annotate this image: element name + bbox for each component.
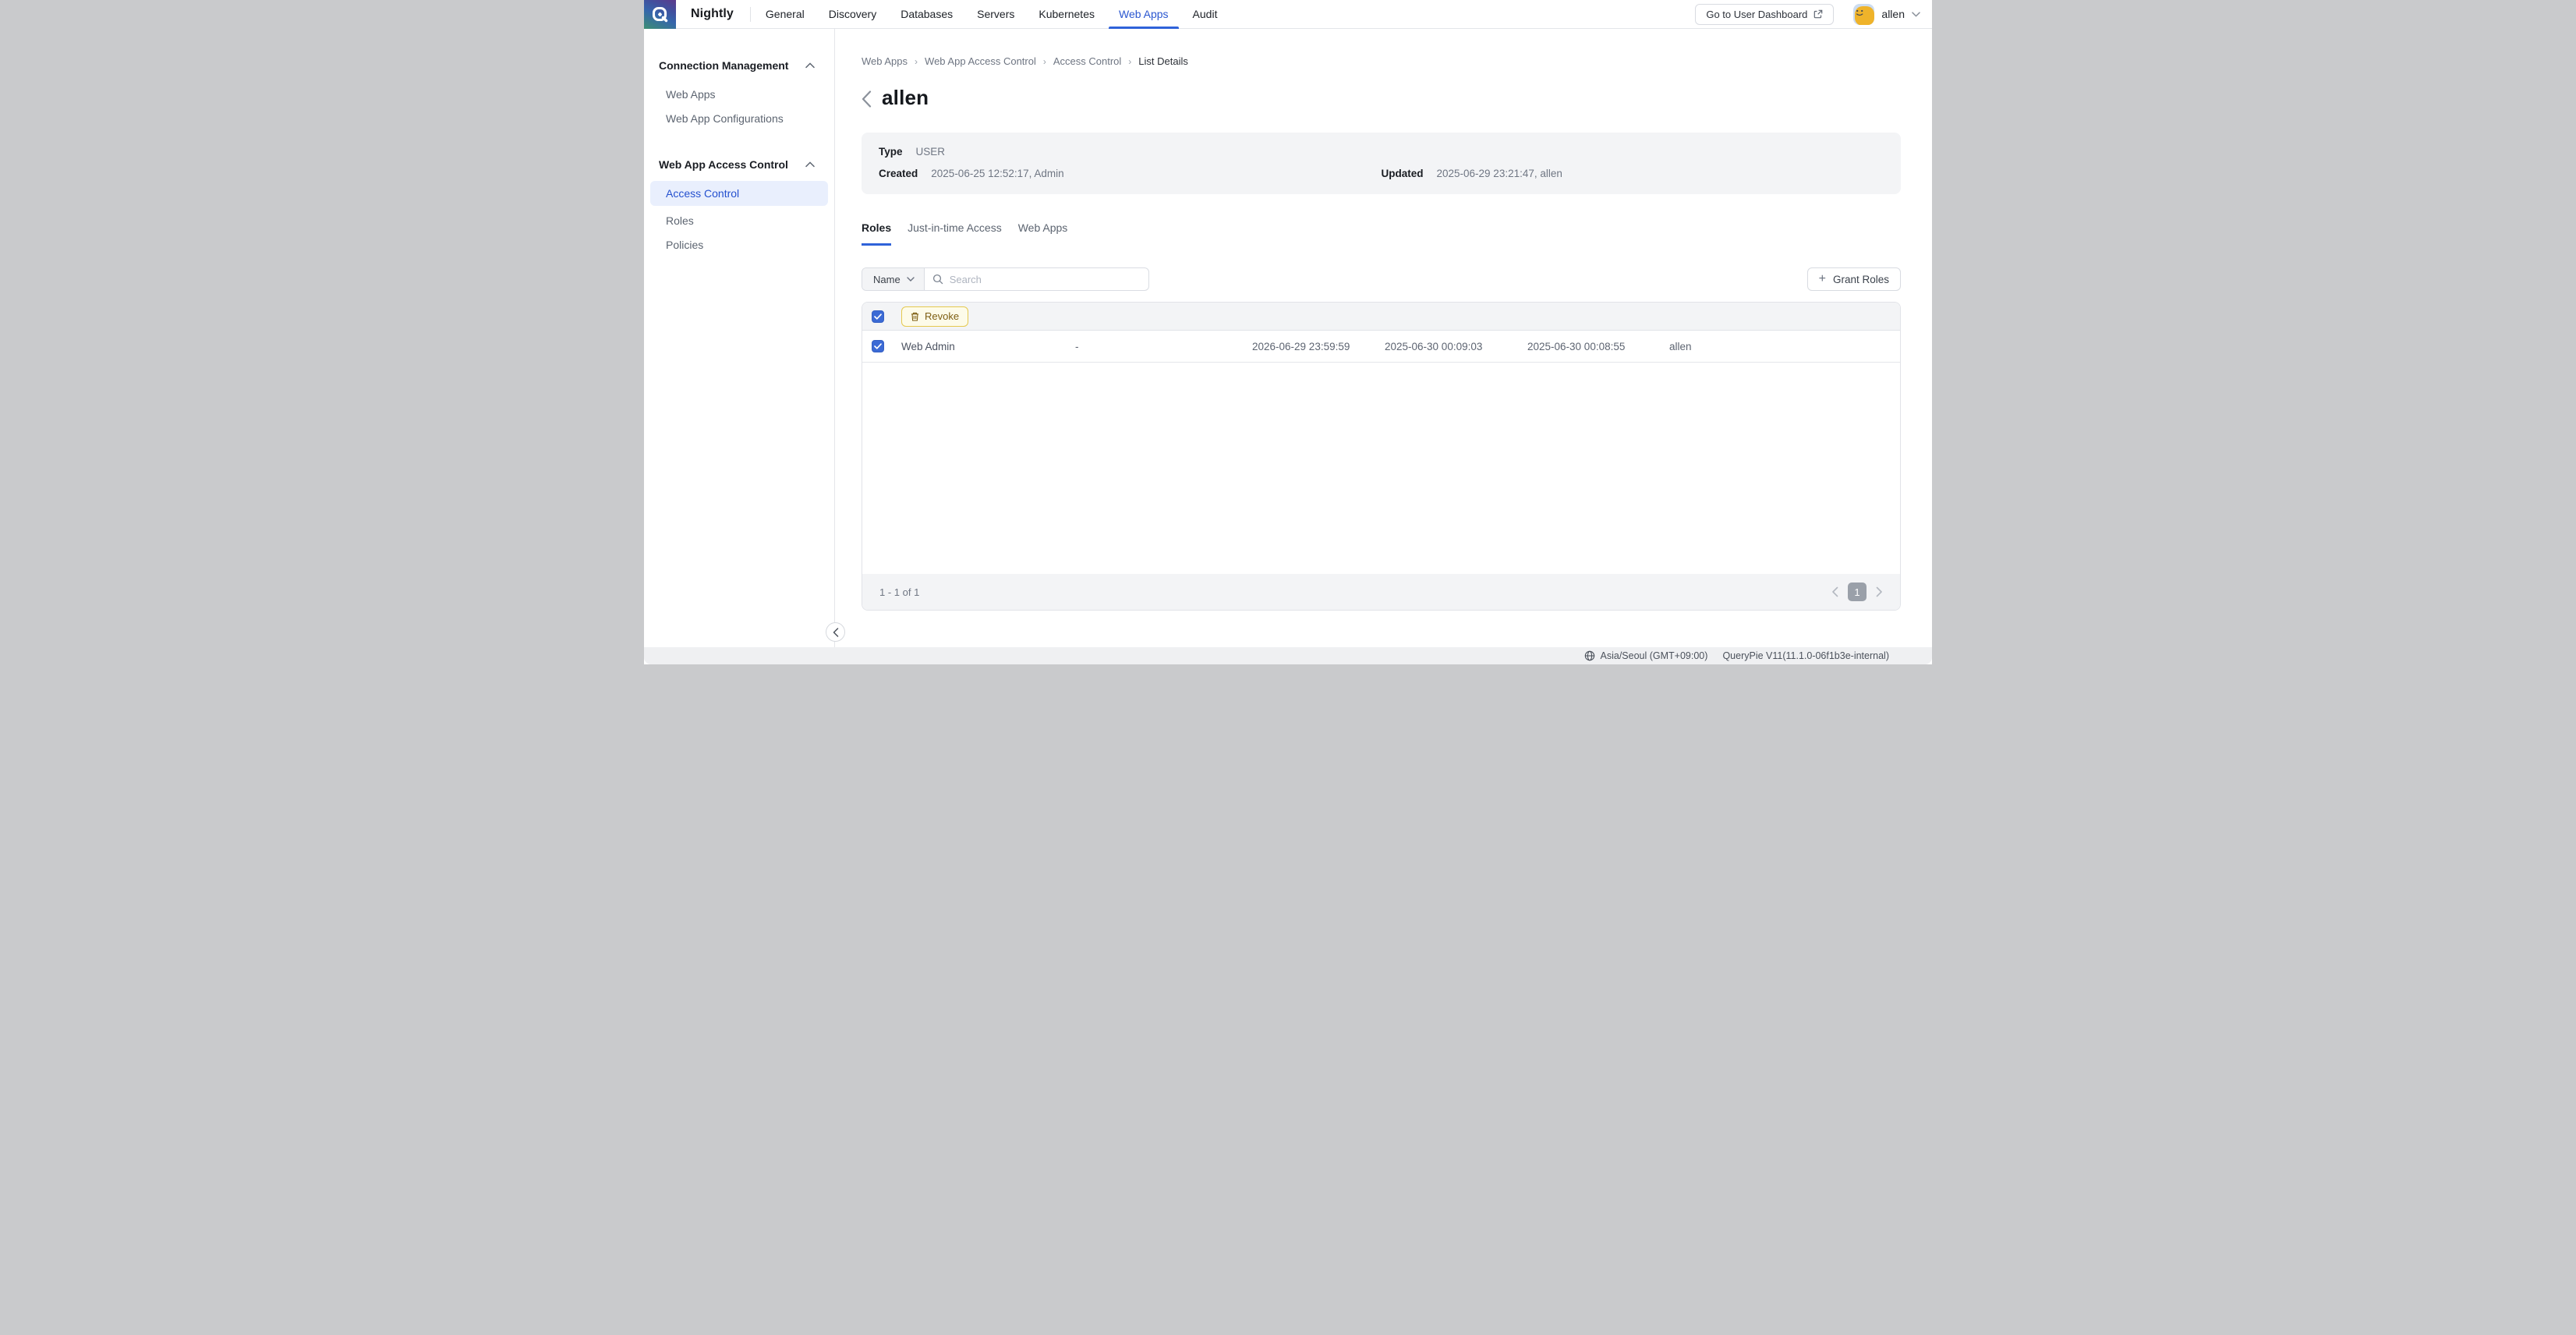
version-text: QueryPie V11(11.1.0-06f1b3e-internal) [1722, 650, 1889, 661]
pagination-range: 1 - 1 of 1 [879, 586, 920, 598]
sidebar-item-roles[interactable]: Roles [644, 208, 834, 232]
cell-3: 2026-06-29 23:59:59 [1252, 340, 1350, 352]
next-page-icon[interactable] [1876, 586, 1883, 597]
updated-label: Updated [1381, 168, 1424, 179]
nav-item-web-apps[interactable]: Web Apps [1109, 0, 1179, 29]
user-name[interactable]: allen [1881, 8, 1905, 20]
cell-4: 2025-06-30 00:09:03 [1385, 340, 1483, 352]
nav-item-servers[interactable]: Servers [977, 0, 1014, 28]
updated-value: 2025-06-29 23:21:47, allen [1436, 168, 1562, 179]
trash-icon [911, 312, 918, 321]
user-avatar[interactable] [1853, 3, 1875, 25]
search-icon [932, 274, 943, 285]
breadcrumb-separator: › [915, 55, 918, 67]
chevron-down-icon[interactable] [1912, 11, 1920, 17]
chevron-left-icon [833, 627, 838, 637]
sidebar-section-title: Web App Access Control [659, 158, 788, 171]
cell-2: - [1075, 340, 1079, 352]
search-field-dropdown[interactable]: Name [862, 268, 925, 290]
sidebar-section-web-app-access-control: Web App Access Control Access Control Ro… [644, 155, 834, 257]
sidebar-section-title: Connection Management [659, 59, 789, 72]
querypie-logo-icon[interactable] [644, 0, 676, 29]
search-combo: Name [862, 267, 1149, 291]
type-label: Type [879, 146, 903, 158]
breadcrumb-web-apps[interactable]: Web Apps [862, 55, 908, 67]
table-empty-area [862, 363, 1900, 574]
nav-divider [749, 6, 751, 22]
sidebar-collapse-button[interactable] [826, 622, 845, 642]
chevron-up-icon [805, 161, 815, 168]
plus-icon: + [1818, 272, 1826, 285]
nav-item-kubernetes[interactable]: Kubernetes [1039, 0, 1095, 28]
revoke-label: Revoke [925, 310, 960, 322]
status-bar: Asia/Seoul (GMT+09:00) QueryPie V11(11.1… [644, 647, 1932, 664]
breadcrumb-separator: › [1042, 55, 1046, 67]
select-all-checkbox[interactable] [872, 310, 884, 323]
sidebar-section-connection-management: Connection Management Web Apps Web App C… [644, 56, 834, 130]
main-nav: General Discovery Databases Servers Kube… [766, 0, 1218, 29]
chevron-up-icon [805, 62, 815, 69]
tab-web-apps[interactable]: Web Apps [1018, 221, 1068, 246]
chevron-down-icon [906, 277, 915, 282]
detail-info-panel: Type USER Created 2025-06-25 12:52:17, A… [862, 133, 1901, 194]
dashboard-button-label: Go to User Dashboard [1706, 8, 1808, 20]
timezone-text: Asia/Seoul (GMT+09:00) [1600, 650, 1708, 661]
globe-icon [1584, 650, 1594, 661]
type-value: USER [915, 146, 946, 158]
breadcrumb-separator: › [1128, 55, 1132, 67]
timezone-status: Asia/Seoul (GMT+09:00) [1584, 650, 1708, 661]
breadcrumb-web-app-access-control[interactable]: Web App Access Control [925, 55, 1036, 67]
page-title: allen [882, 86, 929, 109]
cell-6: allen [1669, 340, 1692, 352]
breadcrumb: Web Apps › Web App Access Control › Acce… [862, 55, 1901, 67]
tab-just-in-time-access[interactable]: Just-in-time Access [908, 221, 1002, 246]
back-button[interactable] [862, 89, 872, 108]
go-to-user-dashboard-button[interactable]: Go to User Dashboard [1695, 3, 1835, 25]
sidebar-item-web-apps[interactable]: Web Apps [644, 82, 834, 106]
breadcrumb-access-control[interactable]: Access Control [1053, 55, 1121, 67]
sidebar-header-connection-management[interactable]: Connection Management [644, 56, 834, 75]
version-status: QueryPie V11(11.1.0-06f1b3e-internal) [1722, 650, 1889, 661]
table-row[interactable]: Web Admin - 2026-06-29 23:59:59 2025-06-… [862, 331, 1900, 363]
created-label: Created [879, 168, 918, 179]
external-link-icon [1813, 9, 1823, 19]
revoke-button[interactable]: Revoke [901, 306, 969, 327]
search-input[interactable] [949, 273, 1141, 285]
previous-page-icon[interactable] [1831, 586, 1838, 597]
pagination: 1 [1831, 583, 1883, 601]
top-nav: Nightly General Discovery Databases Serv… [644, 0, 1932, 29]
nav-item-discovery[interactable]: Discovery [829, 0, 876, 28]
nav-item-audit[interactable]: Audit [1193, 0, 1218, 28]
detail-tabs: Roles Just-in-time Access Web Apps [862, 221, 1901, 246]
nav-item-general[interactable]: General [766, 0, 805, 28]
cell-role-name: Web Admin [901, 340, 955, 352]
page-number[interactable]: 1 [1848, 583, 1867, 601]
sidebar-item-web-app-configurations[interactable]: Web App Configurations [644, 106, 834, 130]
sidebar-item-policies[interactable]: Policies [644, 232, 834, 257]
roles-table: Revoke Web Admin - 2026-06-29 23:59:59 2… [862, 302, 1901, 611]
table-footer: 1 - 1 of 1 1 [862, 574, 1900, 610]
created-value: 2025-06-25 12:52:17, Admin [931, 168, 1064, 179]
main-content: Web Apps › Web App Access Control › Acce… [835, 29, 1932, 647]
brand-name: Nightly [691, 7, 734, 20]
cell-5: 2025-06-30 00:08:55 [1527, 340, 1626, 352]
window-bottom-edge [644, 664, 1932, 668]
sidebar: Connection Management Web Apps Web App C… [644, 29, 835, 647]
nav-item-databases[interactable]: Databases [901, 0, 953, 28]
sidebar-header-web-app-access-control[interactable]: Web App Access Control [644, 155, 834, 174]
grant-roles-button[interactable]: + Grant Roles [1806, 267, 1901, 291]
breadcrumb-list-details: List Details [1138, 55, 1188, 67]
sidebar-item-access-control[interactable]: Access Control [650, 181, 828, 206]
tab-roles[interactable]: Roles [862, 221, 892, 246]
row-checkbox[interactable] [872, 340, 884, 352]
search-field-value: Name [873, 273, 901, 285]
nav-right: Go to User Dashboard allen [1695, 3, 1932, 25]
grant-roles-label: Grant Roles [1832, 273, 1889, 285]
app-window: Nightly General Discovery Databases Serv… [644, 0, 1932, 668]
table-header-row: Revoke [862, 303, 1900, 331]
